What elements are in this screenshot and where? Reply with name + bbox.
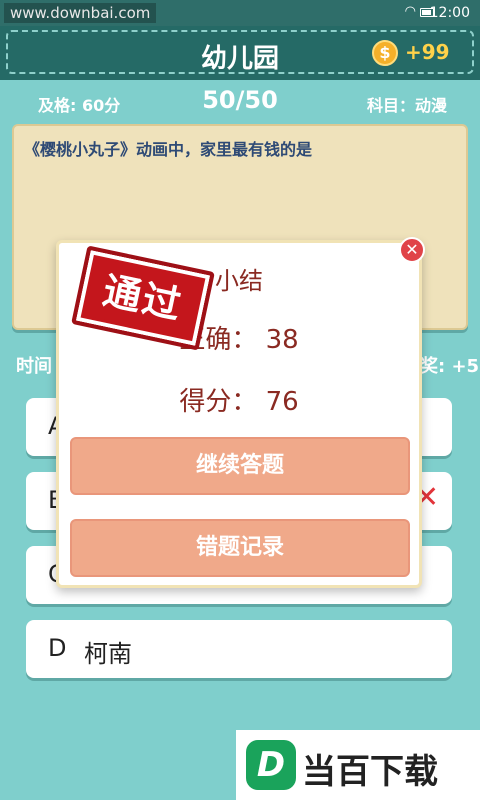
brand-logo-icon: D bbox=[246, 740, 296, 790]
status-bar: www.downbai.com ◠ 12:00 bbox=[0, 0, 480, 26]
watermark-label: www.downbai.com bbox=[4, 3, 157, 23]
clock: 12:00 bbox=[429, 5, 470, 21]
wrong-record-button[interactable]: 错题记录 bbox=[70, 519, 410, 577]
subject-label: 科目：动漫 bbox=[366, 96, 447, 115]
wifi-icon: ◠ bbox=[404, 4, 416, 19]
brand-text: 当百下载 bbox=[302, 752, 438, 792]
dollar-coin-icon[interactable]: $ bbox=[372, 40, 398, 66]
bonus-label: 奖: +5 bbox=[420, 356, 480, 377]
score-value: 得分： 76 bbox=[179, 387, 299, 417]
timer-label: 时间 bbox=[16, 356, 52, 377]
question-text: 《樱桃小丸子》动画中，家里最有钱的是 bbox=[24, 140, 313, 159]
option-d[interactable]: D 柯南 bbox=[26, 620, 452, 678]
brand-watermark: D 当百下载 bbox=[236, 730, 480, 800]
coin-count[interactable]: +99 bbox=[405, 40, 450, 64]
continue-button[interactable]: 继续答题 bbox=[70, 437, 410, 495]
option-text: 柯南 bbox=[84, 640, 132, 668]
title-bar: 幼儿园 $ +99 bbox=[0, 26, 480, 80]
option-letter: D bbox=[48, 634, 67, 662]
close-icon[interactable]: ✕ bbox=[399, 237, 425, 263]
